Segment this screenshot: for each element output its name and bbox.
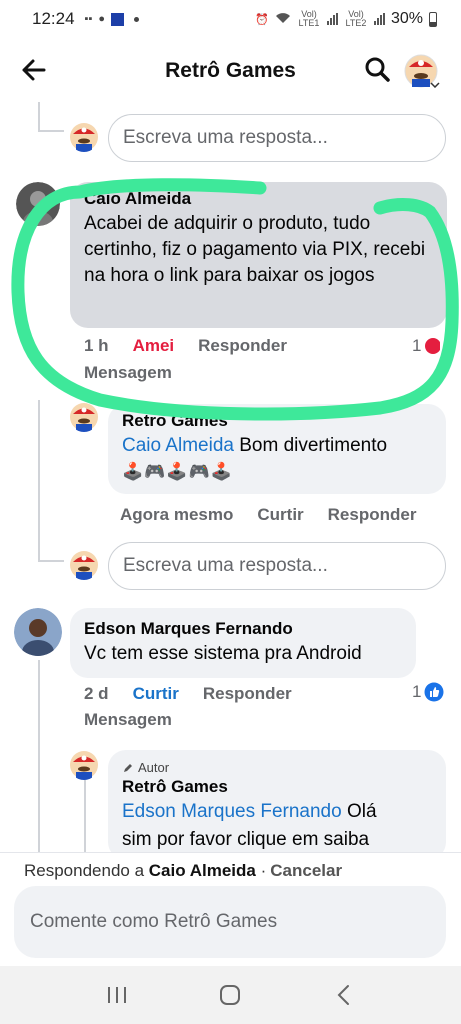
battery-percent: 30% — [390, 10, 423, 27]
like-icon — [424, 682, 444, 702]
reply-input[interactable]: Escreva uma resposta... — [108, 114, 446, 162]
status-time: 12:24 — [32, 9, 75, 28]
reply-text-body: Olá — [341, 801, 377, 822]
mention-link[interactable]: Caio Almeida — [122, 435, 234, 456]
reply-text: Caio Almeida Bom divertimento — [122, 433, 432, 459]
thread-line — [38, 400, 40, 562]
signal-label-2: Vol) LTE2 — [345, 9, 367, 28]
compose-input[interactable]: Comente como Retrô Games — [14, 886, 446, 958]
status-bar: 12:24 ▪▪ ● ⏰ Vol) LTE1 Vol) LTE2 30% — [0, 0, 461, 38]
mario-avatar-icon — [70, 403, 98, 432]
profile-avatar-button[interactable] — [404, 54, 440, 88]
comment-author[interactable]: Edson Marques Fernando — [84, 618, 402, 639]
edson-avatar[interactable] — [14, 608, 62, 656]
battery-icon — [429, 11, 437, 27]
home-button[interactable] — [215, 980, 245, 1010]
pencil-icon — [124, 764, 132, 772]
reaction-count-value: 1 — [412, 682, 422, 701]
app-icon — [111, 12, 125, 26]
love-icon — [425, 338, 441, 354]
thread-line — [84, 778, 86, 852]
alarm-icon: ⏰ — [255, 13, 269, 26]
notification-icons: ▪▪ ● — [84, 12, 140, 26]
wifi-icon — [275, 12, 291, 27]
love-reaction-button[interactable]: Amei — [133, 336, 175, 356]
reaction-count-value: 1 — [412, 336, 422, 355]
reply-button[interactable]: Responder — [198, 336, 287, 356]
reply-input-placeholder: Escreva uma resposta... — [123, 555, 328, 576]
replying-banner: Respondendo a Caio Almeida · Cancelar — [0, 852, 461, 888]
home-icon — [220, 985, 241, 1005]
comment-text: Vc tem esse sistema pra Android — [84, 643, 362, 664]
chat-icon: ● — [98, 13, 106, 25]
author-tag-label: Autor — [138, 760, 170, 775]
signal-bars-1-icon — [326, 13, 338, 25]
chevron-down-icon — [430, 82, 440, 88]
chevron-left-icon — [337, 985, 350, 1005]
comment-bubble[interactable]: Caio Almeida Acabei de adquirir o produt… — [70, 182, 447, 328]
reply-author[interactable]: Retrô Games — [122, 776, 432, 797]
reaction-count[interactable]: 1 — [412, 336, 441, 356]
notification-icon: ▪▪ — [84, 13, 93, 25]
reply-time: Agora mesmo — [120, 505, 234, 524]
thread-line — [38, 660, 40, 852]
status-right: ⏰ Vol) LTE1 Vol) LTE2 30% — [255, 10, 437, 28]
joystick-emojis: 🕹️🎮🕹️🎮🕹️ — [122, 462, 233, 481]
reply-author[interactable]: Retro Games — [122, 410, 432, 431]
reply-input[interactable]: Escreva uma resposta... — [108, 542, 446, 590]
recent-apps-icon — [107, 987, 126, 1003]
caio-avatar[interactable] — [16, 182, 60, 226]
mention-link[interactable]: Edson Marques Fernando — [122, 801, 342, 822]
reply-button[interactable]: Responder — [328, 505, 417, 525]
mario-avatar-icon — [70, 123, 98, 152]
comment-actions: 1 h Amei Responder — [84, 336, 311, 356]
cancel-reply-button[interactable]: Cancelar — [270, 861, 342, 881]
separator: · — [260, 860, 267, 880]
signal-label-1: Vol) LTE1 — [298, 9, 320, 28]
comment-text: Acabei de adquirir o produto, tudo certi… — [84, 213, 426, 286]
signal-bars-2-icon — [373, 13, 385, 25]
like-button[interactable]: Curtir — [133, 684, 179, 704]
reply-bubble[interactable]: Retro Games Caio Almeida Bom divertiment… — [108, 404, 446, 494]
recent-apps-button[interactable] — [102, 980, 132, 1010]
like-button[interactable]: Curtir — [257, 505, 303, 525]
back-nav-button[interactable] — [329, 980, 359, 1010]
thread-line — [38, 102, 40, 132]
message-button[interactable]: Mensagem — [84, 363, 172, 383]
comment-time: 1 h — [84, 336, 109, 355]
mario-avatar-icon — [70, 551, 98, 580]
replying-name: Caio Almeida — [148, 860, 256, 880]
author-tag: Autor — [122, 760, 432, 776]
comment-actions: 2 d Curtir Responder — [84, 684, 316, 704]
reply-button[interactable]: Responder — [203, 684, 292, 704]
reaction-count[interactable]: 1 — [412, 682, 444, 702]
mario-avatar-icon — [70, 751, 98, 780]
reply-actions: Agora mesmo Curtir Responder — [120, 505, 440, 525]
compose-placeholder: Comente como Retrô Games — [30, 911, 278, 932]
comment-time: 2 d — [84, 684, 109, 703]
reply-text-body: Bom divertimento — [233, 435, 388, 456]
reply-bubble[interactable]: Autor Retrô Games Edson Marques Fernando… — [108, 750, 446, 860]
search-icon — [365, 57, 390, 82]
reply-text-line2: sim por favor clique em saiba — [122, 829, 370, 850]
message-button[interactable]: Mensagem — [84, 710, 172, 730]
search-button[interactable] — [363, 55, 393, 85]
android-nav-bar — [0, 966, 461, 1024]
more-notifications-icon — [134, 16, 140, 22]
replying-prefix: Respondendo a — [24, 860, 145, 880]
comment-bubble[interactable]: Edson Marques Fernando Vc tem esse siste… — [70, 608, 416, 678]
thread-line — [38, 130, 64, 132]
reply-input-placeholder: Escreva uma resposta... — [123, 127, 328, 148]
thread-line — [38, 560, 64, 562]
comment-author[interactable]: Caio Almeida — [84, 188, 433, 209]
reply-text: Edson Marques Fernando Olá — [122, 799, 432, 825]
page-header: Retrô Games — [0, 40, 461, 102]
